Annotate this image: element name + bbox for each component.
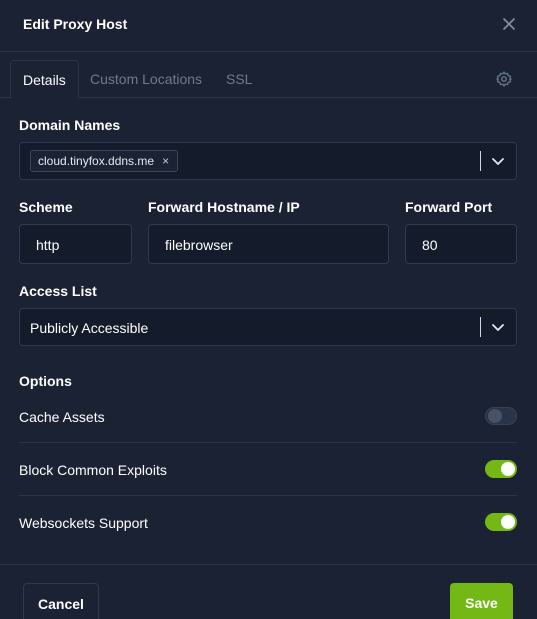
forward-hostname-value: filebrowser xyxy=(165,237,233,253)
domain-names-input[interactable]: cloud.tinyfox.ddns.me × xyxy=(19,142,517,180)
domain-names-label: Domain Names xyxy=(19,117,121,133)
option-label: Cache Assets xyxy=(19,409,105,425)
forward-port-input[interactable]: 80 xyxy=(405,224,517,264)
scheme-label: Scheme xyxy=(19,199,73,215)
modal-title: Edit Proxy Host xyxy=(23,16,128,32)
chevron-down-icon[interactable] xyxy=(491,320,505,334)
block-common-exploits-toggle[interactable] xyxy=(485,460,517,478)
forward-port-label: Forward Port xyxy=(405,199,493,215)
remove-chip-icon[interactable]: × xyxy=(162,154,169,168)
chevron-down-icon[interactable] xyxy=(491,154,505,168)
select-divider xyxy=(480,317,481,337)
option-cache-assets: Cache Assets xyxy=(19,390,517,443)
tab-details[interactable]: Details xyxy=(10,60,79,99)
save-button[interactable]: Save xyxy=(450,583,513,619)
toggle-knob xyxy=(488,409,502,423)
select-divider xyxy=(480,151,481,171)
gear-icon[interactable] xyxy=(495,70,513,88)
option-label: Block Common Exploits xyxy=(19,462,167,478)
toggle-knob xyxy=(501,515,515,529)
tab-custom-locations[interactable]: Custom Locations xyxy=(90,60,202,98)
tab-ssl[interactable]: SSL xyxy=(226,60,252,98)
option-websockets-support: Websockets Support xyxy=(19,496,517,549)
scheme-value: http xyxy=(36,237,60,253)
forward-port-value: 80 xyxy=(422,237,438,253)
edit-proxy-host-modal: Edit Proxy Host Details Custom Locations… xyxy=(0,0,537,619)
access-list-select[interactable]: Publicly Accessible xyxy=(19,308,517,346)
cache-assets-toggle[interactable] xyxy=(485,407,517,425)
modal-header: Edit Proxy Host xyxy=(0,0,537,52)
cancel-button[interactable]: Cancel xyxy=(23,583,99,619)
forward-hostname-input[interactable]: filebrowser xyxy=(148,224,389,264)
scheme-input[interactable]: http xyxy=(19,224,132,264)
option-label: Websockets Support xyxy=(19,515,148,531)
options-heading: Options xyxy=(19,373,72,389)
domain-chip: cloud.tinyfox.ddns.me × xyxy=(30,150,179,172)
access-list-value: Publicly Accessible xyxy=(30,320,149,336)
footer-divider xyxy=(0,564,537,565)
domain-chip-value: cloud.tinyfox.ddns.me xyxy=(38,154,155,168)
access-list-label: Access List xyxy=(19,283,97,299)
toggle-knob xyxy=(501,462,515,476)
websockets-support-toggle[interactable] xyxy=(485,513,517,531)
tab-bar: Details Custom Locations SSL xyxy=(0,52,537,99)
forward-hostname-label: Forward Hostname / IP xyxy=(148,199,300,215)
close-icon[interactable] xyxy=(500,15,518,33)
option-block-common-exploits: Block Common Exploits xyxy=(19,443,517,496)
